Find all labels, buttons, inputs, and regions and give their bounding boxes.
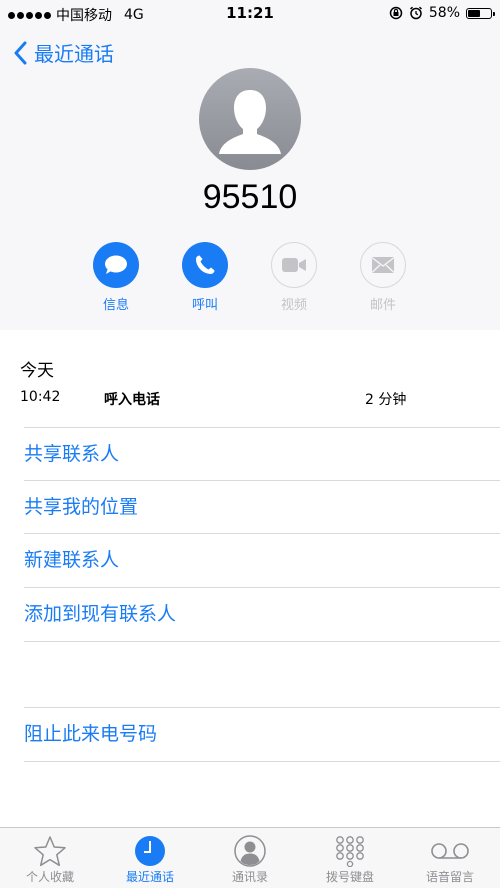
- new-contact-button[interactable]: 新建联系人: [24, 533, 500, 587]
- call-action[interactable]: 呼叫: [175, 242, 235, 313]
- video-action: 视频: [264, 242, 324, 313]
- battery-icon: [466, 7, 495, 19]
- video-label: 视频: [280, 298, 307, 313]
- rotation-lock-icon: [389, 6, 403, 20]
- person-icon: [219, 90, 281, 154]
- call-duration: 2 分钟: [365, 392, 407, 408]
- back-label: 最近通话: [34, 42, 114, 66]
- tab-keypad[interactable]: 拨号键盘: [300, 834, 400, 885]
- tab-contacts[interactable]: 通讯录: [200, 834, 300, 885]
- new-contact-label: 新建联系人: [24, 549, 120, 571]
- status-bar: 中国移动 4G 11:21 58%: [0, 0, 500, 28]
- chevron-left-icon: [14, 41, 27, 64]
- tab-favorites-label: 个人收藏: [25, 870, 74, 884]
- video-icon: [282, 258, 306, 272]
- status-right: 58%: [389, 5, 495, 21]
- contact-header: 最近通话 95510 信息 呼叫 视频 邮件: [0, 28, 500, 330]
- block-caller-button[interactable]: 阻止此来电号码: [24, 707, 500, 762]
- back-button[interactable]: 最近通话: [14, 38, 114, 67]
- avatar: [199, 68, 301, 170]
- message-icon: [105, 255, 127, 274]
- block-caller-label: 阻止此来电号码: [24, 723, 158, 745]
- tab-voicemail-label: 语音留言: [425, 870, 474, 884]
- phone-icon: [196, 255, 215, 274]
- star-icon: [34, 836, 66, 867]
- keypad-icon: [336, 836, 364, 867]
- mail-action: 邮件: [353, 242, 413, 313]
- voicemail-icon: [431, 843, 469, 859]
- tab-favorites[interactable]: 个人收藏: [0, 834, 100, 885]
- add-existing-contact-button[interactable]: 添加到现有联系人: [24, 587, 500, 642]
- message-action[interactable]: 信息: [86, 242, 146, 313]
- share-location-label: 共享我的位置: [24, 496, 139, 518]
- mail-icon: [372, 257, 394, 273]
- tab-recents-label: 最近通话: [125, 870, 174, 884]
- call-type: 呼入电话: [104, 392, 160, 408]
- tab-keypad-label: 拨号键盘: [325, 870, 374, 884]
- contacts-icon: [234, 835, 266, 867]
- recents-section-title: 今天: [20, 361, 54, 381]
- tab-recents[interactable]: 最近通话: [100, 834, 200, 885]
- message-label: 信息: [102, 298, 129, 313]
- contact-number: 95510: [202, 178, 298, 216]
- alarm-icon: [409, 6, 422, 20]
- tab-contacts-label: 通讯录: [231, 870, 268, 884]
- call-label: 呼叫: [191, 298, 218, 313]
- add-existing-label: 添加到现有联系人: [24, 603, 177, 625]
- share-contact-button[interactable]: 共享联系人: [24, 427, 500, 481]
- call-time: 10:42: [20, 389, 61, 405]
- battery-percent: 58%: [428, 5, 460, 21]
- mail-label: 邮件: [369, 298, 396, 313]
- clock-icon: [135, 836, 165, 866]
- tab-voicemail[interactable]: 语音留言: [400, 834, 500, 885]
- tab-bar: 个人收藏 最近通话 通讯录 拨号键盘 语音留言: [0, 827, 500, 888]
- share-location-button[interactable]: 共享我的位置: [24, 480, 500, 534]
- share-contact-label: 共享联系人: [24, 443, 120, 465]
